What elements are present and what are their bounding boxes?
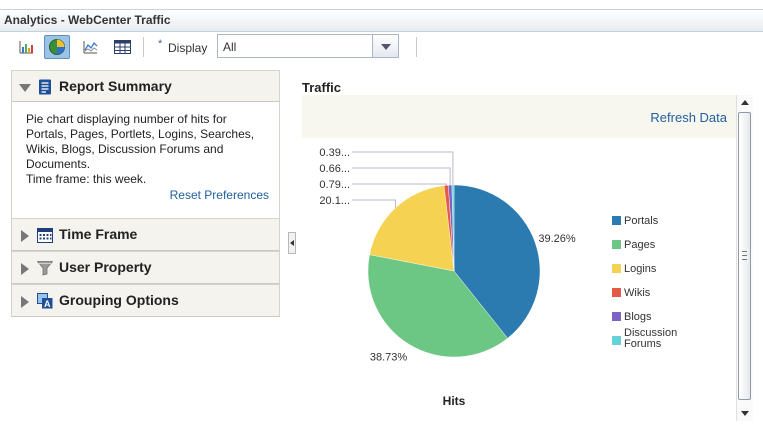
legend-label: Logins <box>624 263 657 275</box>
legend-swatch <box>612 336 621 345</box>
legend-swatch <box>612 264 621 273</box>
pie-data-label: 0.79... <box>319 179 350 191</box>
legend-label: Wikis <box>624 287 651 299</box>
leader-line <box>352 183 447 186</box>
legend-swatch <box>612 240 621 249</box>
grip-icon <box>742 251 747 260</box>
leader-line <box>352 167 451 186</box>
scrollbar-thumb[interactable] <box>738 112 751 400</box>
legend-label: Blogs <box>624 311 652 323</box>
scroll-down-icon[interactable] <box>741 411 749 416</box>
pie-data-label: 20.1... <box>319 195 350 207</box>
scroll-up-icon[interactable] <box>741 100 749 105</box>
pie-slices <box>367 184 541 358</box>
legend-swatch <box>612 216 621 225</box>
legend-swatch <box>612 312 621 321</box>
vertical-scrollbar[interactable] <box>736 95 753 421</box>
chart-xlabel: Hits <box>443 394 466 408</box>
leader-line <box>352 199 396 208</box>
pie-data-label: 0.39... <box>319 147 350 159</box>
legend-label: Pages <box>624 239 656 251</box>
traffic-pie-chart: 39.26% 38.73% 20.1... 0.79... 0.66... 0.39...… <box>319 147 677 408</box>
pie-data-label: 38.73% <box>370 352 408 364</box>
pie-data-label: 39.26% <box>538 233 576 245</box>
chart-legend: PortalsPagesLoginsWikisBlogsDiscussionFo… <box>612 215 677 350</box>
pie-data-label: 0.66... <box>319 163 350 175</box>
legend-swatch <box>612 288 621 297</box>
legend-label: Forums <box>624 338 662 350</box>
legend-label: Portals <box>624 215 659 227</box>
